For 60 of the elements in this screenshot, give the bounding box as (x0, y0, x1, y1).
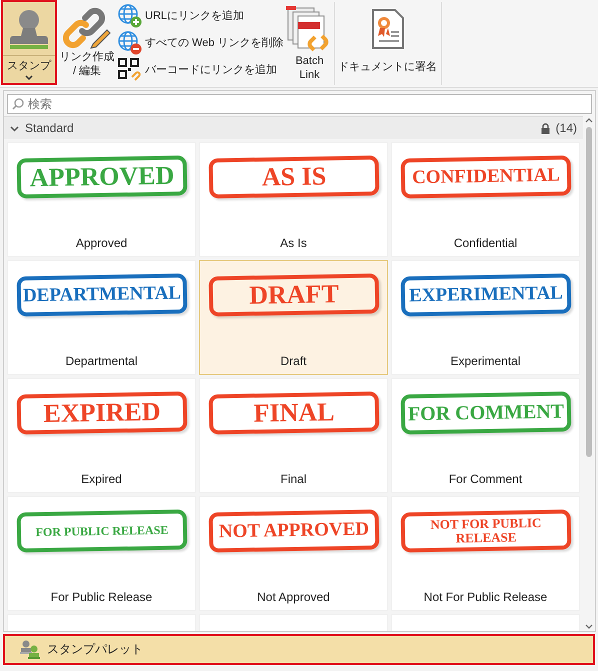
stamp-label: Expired (81, 472, 122, 486)
stamp-tile[interactable]: CONFIDENTIAL Confidential (391, 142, 580, 257)
stamp-label: Draft (280, 354, 306, 368)
stamp-count: (14) (556, 121, 577, 135)
stamp-label: Approved (76, 236, 128, 250)
stamp-image: DRAFT (208, 274, 379, 316)
qr-code-icon (118, 58, 142, 82)
stamp-tile[interactable]: APPROVED Approved (7, 142, 196, 257)
certificate-document-icon (370, 8, 405, 50)
stamp-image: EXPERIMENTAL (400, 274, 571, 316)
stamp-tile[interactable]: FINAL Final (199, 378, 388, 493)
group-header[interactable]: Standard (14) (4, 116, 583, 139)
stamp-tile[interactable]: DEPARTMENTAL Departmental (7, 260, 196, 375)
stamp-image: FOR PUBLIC RELEASE (16, 510, 187, 552)
stamps-icon (19, 640, 41, 660)
search-icon (12, 98, 24, 110)
stamp-image: FINAL (208, 392, 379, 434)
stamp-label: Experimental (450, 354, 521, 368)
stamp-image: CONFIDENTIAL (400, 156, 571, 198)
stamp-image: AS IS (208, 156, 379, 198)
stamp-tile[interactable]: NOT FOR PUBLIC RELEASE Not For Public Release (391, 496, 580, 611)
stamp-tile[interactable]: FOR COMMENT For Comment (391, 378, 580, 493)
stamp-image: FOR COMMENT (400, 392, 571, 434)
ribbon-button[interactable]: バーコードにリンクを追加 (116, 58, 286, 82)
stamp-tile[interactable]: NOT APPROVED Not Approved (199, 496, 388, 611)
stamp-image: APPROVED (16, 156, 187, 198)
stamp-label: As Is (280, 236, 307, 250)
stamp-tile[interactable]: AS IS As Is (199, 142, 388, 257)
batch-link-button[interactable]: Batch Link (286, 0, 333, 87)
scroll-down-icon (585, 624, 593, 629)
stamp-label: Not For Public Release (424, 590, 548, 604)
ribbon-button[interactable]: すべての Web リンクを削除 (116, 30, 286, 54)
globe-plus-icon (118, 4, 142, 28)
link-edit-button[interactable]: リンク作成 / 編集 (59, 0, 115, 87)
stamp-image: DEPARTMENTAL (16, 274, 187, 316)
scroll-up-icon (585, 118, 593, 123)
search-field[interactable]: 検索 (7, 94, 592, 114)
stamp-image: NOT FOR PUBLIC RELEASE (400, 510, 571, 552)
stamp-tile[interactable]: EXPIRED Expired (7, 378, 196, 493)
stamp-label: Departmental (65, 354, 138, 368)
stamp-image: EXPIRED (16, 392, 187, 434)
stamp-button[interactable]: スタンプ (1, 0, 57, 85)
ribbon-button[interactable]: URLにリンクを追加 (116, 4, 286, 28)
caret-icon (25, 75, 33, 80)
stamp-icon (9, 8, 49, 50)
stamp-label: Not Approved (257, 590, 330, 604)
sign-document-button[interactable]: ドキュメントに署名 (336, 0, 440, 87)
stamp-tile[interactable]: EXPERIMENTAL Experimental (391, 260, 580, 375)
globe-minus-icon (118, 30, 142, 54)
stamp-label: For Comment (448, 472, 522, 486)
palette-label: スタンプパレット (47, 641, 143, 658)
stamp-label: Final (280, 472, 306, 486)
stamp-tile[interactable]: DRAFT Draft (199, 260, 388, 375)
group-title: Standard (25, 121, 75, 135)
stamp-image: NOT APPROVED (208, 510, 379, 552)
scrollbar[interactable] (583, 116, 595, 631)
stamp-label: For Public Release (50, 590, 152, 604)
stamp-tile[interactable]: FOR PUBLIC RELEASE For Public Release (7, 496, 196, 611)
stamp-palette-bar[interactable]: スタンプパレット (3, 634, 595, 665)
stamp-label: Confidential (454, 236, 518, 250)
